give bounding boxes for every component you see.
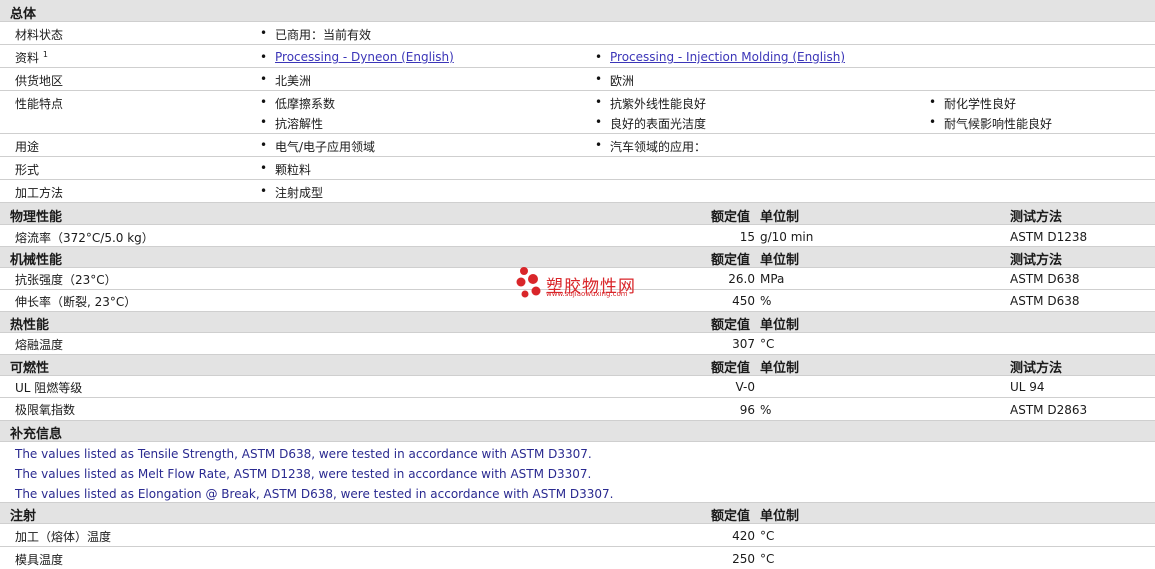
property-value: V-0: [735, 380, 755, 394]
property-value: 250: [732, 552, 755, 566]
form-value: 颗粒料: [260, 161, 311, 178]
row-form: 形式 颗粒料: [0, 157, 1155, 180]
processing-value: 注射成型: [260, 184, 323, 201]
region-value: 北美洲: [260, 72, 311, 89]
feature-value: 耐化学性良好: [929, 95, 1016, 112]
property-name: 抗张强度（23°C）: [15, 273, 117, 287]
section-header-injection: 注射 额定值 单位制: [0, 503, 1155, 524]
property-value: 450: [732, 294, 755, 308]
test-method: ASTM D638: [1010, 272, 1080, 286]
row-label: 资料 1: [15, 50, 48, 65]
property-unit: °C: [760, 337, 775, 351]
section-header-supplementary: 补充信息: [0, 421, 1155, 442]
property-value: 307: [732, 337, 755, 351]
row-label: 供货地区: [15, 74, 64, 88]
note-text: The values listed as Tensile Strength, A…: [15, 447, 592, 461]
column-nominal: 额定值: [711, 253, 751, 268]
use-value: 电气/电子应用领域: [260, 138, 375, 155]
column-unit: 单位制: [760, 509, 800, 524]
region-value: 欧洲: [595, 72, 634, 89]
column-method: 测试方法: [1010, 361, 1063, 376]
feature-value: 耐气候影响性能良好: [929, 115, 1052, 132]
row-uses: 用途 电气/电子应用领域 汽车领域的应用：: [0, 134, 1155, 157]
use-value: 汽车领域的应用：: [595, 138, 706, 155]
property-name: 加工（熔体）温度: [15, 530, 112, 544]
row-processing: 加工方法 注射成型: [0, 180, 1155, 203]
property-unit: °C: [760, 529, 775, 543]
feature-value: 良好的表面光洁度: [595, 115, 706, 132]
property-unit: %: [760, 403, 772, 417]
property-name: 熔融温度: [15, 338, 64, 352]
section-header-physical: 物理性能 额定值 单位制 测试方法: [0, 203, 1155, 225]
property-unit: %: [760, 294, 772, 308]
test-method: ASTM D2863: [1010, 403, 1088, 417]
section-title: 补充信息: [10, 427, 63, 442]
status-value: 已商用：当前有效: [260, 26, 371, 43]
doc-link-dyneon[interactable]: Processing - Dyneon (English): [260, 50, 454, 64]
section-title: 可燃性: [10, 361, 50, 376]
column-nominal: 额定值: [711, 361, 751, 376]
note-text: The values listed as Melt Flow Rate, AST…: [15, 467, 592, 481]
section-title: 注射: [10, 509, 37, 524]
row-label: 材料状态: [15, 28, 64, 42]
feature-value: 低摩擦系数: [260, 95, 335, 112]
section-header-general: 总体: [0, 0, 1155, 22]
section-title: 物理性能: [10, 210, 63, 225]
property-unit: °C: [760, 552, 775, 566]
section-header-flammability: 可燃性 额定值 单位制 测试方法: [0, 355, 1155, 376]
test-method: ASTM D1238: [1010, 230, 1088, 244]
section-title: 机械性能: [10, 253, 63, 268]
property-name: 极限氧指数: [15, 403, 76, 417]
property-value: 96: [739, 403, 755, 417]
column-method: 测试方法: [1010, 253, 1063, 268]
table-row: 熔融温度 307 °C: [0, 333, 1155, 355]
table-row: 极限氧指数 96 % ASTM D2863: [0, 398, 1155, 421]
column-unit: 单位制: [760, 210, 800, 225]
dots-logo-icon: [516, 267, 541, 298]
property-name: 伸长率（断裂, 23°C）: [15, 295, 137, 309]
table-row: 熔流率（372°C/5.0 kg） 15 g/10 min ASTM D1238: [0, 225, 1155, 247]
row-documents: 资料 1 Processing - Dyneon (English) Proce…: [0, 45, 1155, 68]
notes-block: The values listed as Tensile Strength, A…: [0, 442, 1155, 503]
section-header-thermal: 热性能 额定值 单位制: [0, 312, 1155, 333]
watermark-logo: 塑胶物性网 www.sujiaowuxing.com: [516, 266, 656, 302]
property-name: 模具温度: [15, 553, 64, 567]
section-title: 总体: [10, 7, 37, 22]
column-nominal: 额定值: [711, 210, 751, 225]
column-nominal: 额定值: [711, 318, 751, 333]
watermark-url: www.sujiaowuxing.com: [546, 290, 628, 298]
property-name: UL 阻燃等级: [15, 381, 83, 395]
column-nominal: 额定值: [711, 509, 751, 524]
column-unit: 单位制: [760, 318, 800, 333]
table-row: 模具温度 250 °C: [0, 547, 1155, 569]
column-unit: 单位制: [760, 361, 800, 376]
doc-link-injection-molding[interactable]: Processing - Injection Molding (English): [595, 50, 845, 64]
row-supply-region: 供货地区 北美洲 欧洲: [0, 68, 1155, 91]
row-label: 用途: [15, 140, 40, 154]
table-row: 加工（熔体）温度 420 °C: [0, 524, 1155, 547]
property-value: 15: [739, 230, 755, 244]
row-material-status: 材料状态 已商用：当前有效: [0, 22, 1155, 45]
section-header-mechanical: 机械性能 额定值 单位制 测试方法: [0, 247, 1155, 268]
column-unit: 单位制: [760, 253, 800, 268]
feature-value: 抗紫外线性能良好: [595, 95, 706, 112]
row-label: 加工方法: [15, 186, 64, 200]
note-text: The values listed as Elongation @ Break,…: [15, 487, 614, 501]
property-name: 熔流率（372°C/5.0 kg）: [15, 231, 154, 245]
test-method: ASTM D638: [1010, 294, 1080, 308]
property-unit: MPa: [760, 272, 785, 286]
table-row: UL 阻燃等级 V-0 UL 94: [0, 376, 1155, 398]
row-features: 性能特点 低摩擦系数 抗紫外线性能良好 耐化学性良好 抗溶解性 良好的表面光洁度…: [0, 91, 1155, 134]
column-method: 测试方法: [1010, 210, 1063, 225]
test-method: UL 94: [1010, 380, 1045, 394]
section-title: 热性能: [10, 318, 50, 333]
property-value: 420: [732, 529, 755, 543]
row-label: 性能特点: [15, 97, 64, 111]
property-value: 26.0: [728, 272, 755, 286]
row-label: 形式: [15, 163, 40, 177]
feature-value: 抗溶解性: [260, 115, 323, 132]
property-unit: g/10 min: [760, 230, 814, 244]
